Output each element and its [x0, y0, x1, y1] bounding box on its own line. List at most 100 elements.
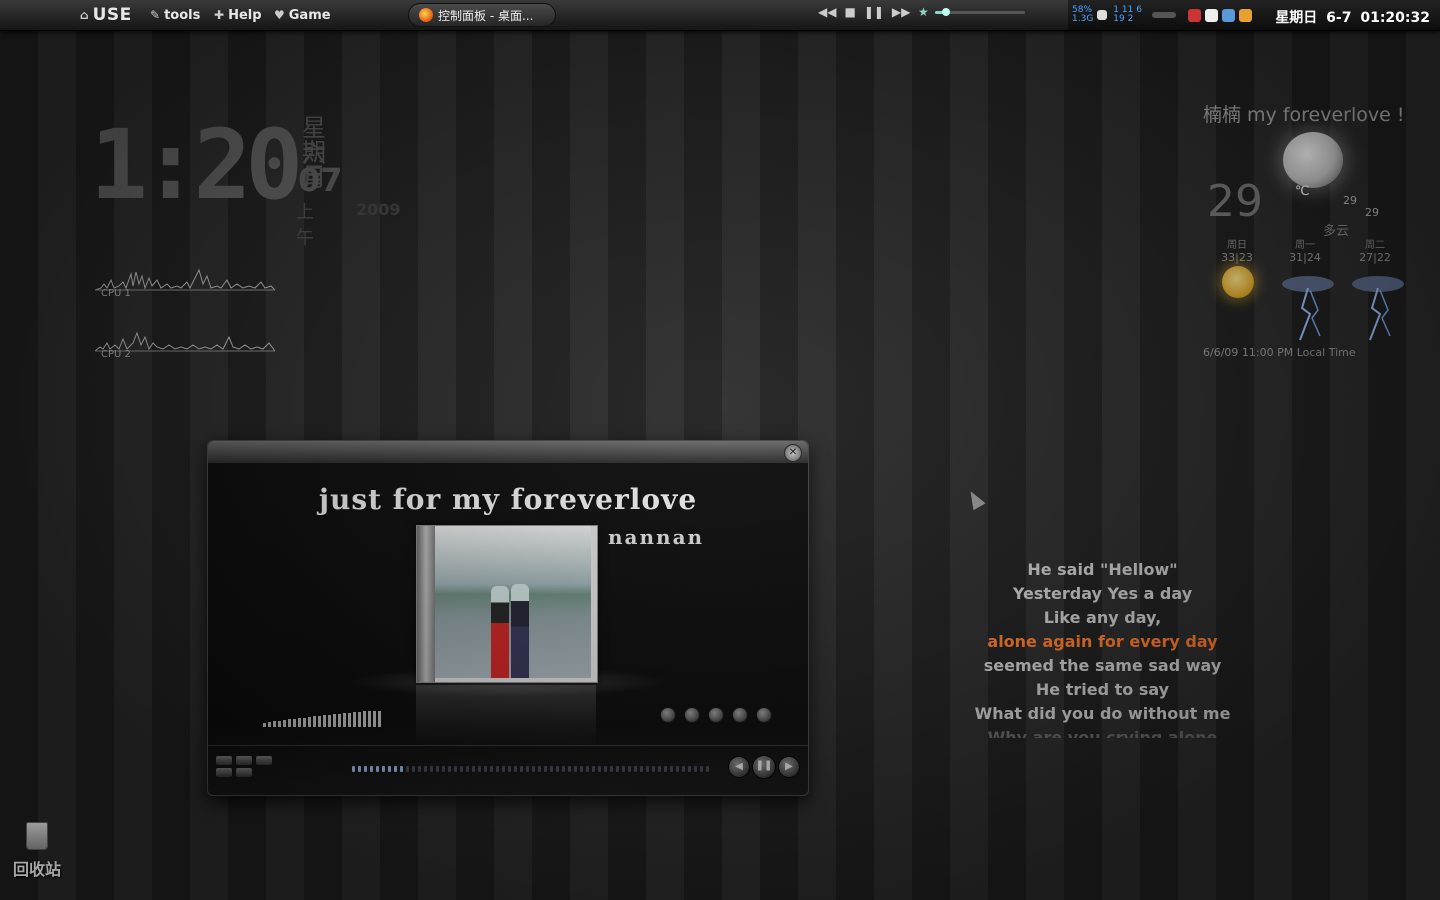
media-transport: ◀◀ ■ ❚❚ ▶▶	[818, 5, 910, 19]
eq-knob[interactable]	[708, 707, 724, 723]
forecast-day-1: 周日 33|23	[1221, 240, 1253, 264]
seek-bar[interactable]	[352, 766, 709, 772]
lyric-line: Yesterday Yes a day	[1012, 584, 1193, 603]
top-bar: ⌂ USE ✎ tools ✚ Help ♥ Game 控制面板 - 桌面...…	[0, 0, 1440, 31]
tray-app-icon-4[interactable]	[1238, 8, 1252, 22]
seek-dot	[706, 766, 709, 772]
photo-person-1	[491, 586, 509, 678]
seek-dot	[514, 766, 517, 772]
seek-dot	[610, 766, 613, 772]
taskbar-button-control-panel[interactable]: 控制面板 - 桌面...	[408, 3, 556, 27]
menu-use[interactable]: ⌂ USE	[80, 0, 132, 30]
seek-dot	[418, 766, 421, 772]
mini-button[interactable]	[236, 768, 252, 777]
lyrics-panel: He said "Hellow" Yesterday Yes a day Like …	[945, 558, 1260, 738]
thunderstorm-icon	[1282, 276, 1334, 341]
seek-dot	[370, 766, 373, 772]
tray-slider-icon[interactable]	[1151, 12, 1176, 18]
mini-button[interactable]	[256, 756, 272, 765]
eq-knob[interactable]	[660, 707, 676, 723]
seek-dot	[616, 766, 619, 772]
forward-icon[interactable]: ▶▶	[892, 5, 910, 19]
volume-knob[interactable]	[941, 7, 950, 16]
seek-dot	[568, 766, 571, 772]
mini-button[interactable]	[236, 756, 252, 765]
eq-knob[interactable]	[732, 707, 748, 723]
star-icon: ★	[918, 5, 929, 19]
mini-button[interactable]	[216, 768, 232, 777]
weather-unit: ℃	[1295, 184, 1310, 199]
player-control-bar: ◀ ❚❚ ▶	[208, 745, 808, 792]
seek-dot	[466, 766, 469, 772]
cover-reflection	[416, 685, 596, 745]
seek-dot	[670, 766, 673, 772]
seek-dot	[358, 766, 361, 772]
play-pause-button[interactable]: ❚❚	[752, 755, 776, 779]
seek-dot	[406, 766, 409, 772]
seek-dot	[424, 766, 427, 772]
equalizer-bars	[263, 711, 381, 727]
player-close-icon[interactable]: ✕	[784, 444, 802, 462]
seek-dot	[460, 766, 463, 772]
network-icon[interactable]	[1097, 10, 1108, 20]
album-cover	[416, 525, 598, 683]
recycle-bin[interactable]: 回收站	[10, 822, 64, 880]
stop-icon[interactable]: ■	[844, 5, 855, 19]
lyric-line: Like any day,	[1043, 608, 1162, 627]
mini-button[interactable]	[216, 756, 232, 765]
pause-icon[interactable]: ❚❚	[864, 5, 884, 19]
menu-help[interactable]: ✚ Help	[214, 0, 262, 30]
seek-dot	[490, 766, 493, 772]
menu-tools[interactable]: ✎ tools	[150, 0, 200, 30]
tray-app-icon-3[interactable]	[1221, 8, 1235, 22]
seek-dot	[664, 766, 667, 772]
forecast-day-3: 周二 27|22	[1359, 240, 1391, 264]
seek-dot	[640, 766, 643, 772]
thunderstorm-icon-2	[1352, 276, 1404, 341]
next-button[interactable]: ▶	[778, 756, 800, 778]
moon-cloud-icon	[1283, 132, 1343, 188]
eq-knob[interactable]	[684, 707, 700, 723]
seek-dot	[442, 766, 445, 772]
previous-button[interactable]: ◀	[728, 756, 750, 778]
seek-dot	[586, 766, 589, 772]
seek-dot	[694, 766, 697, 772]
net-stats: 1 11 6 19 2	[1113, 5, 1142, 24]
media-player-window: ✕ just for my foreverlove nannan ◀ ❚❚ ▶	[207, 440, 809, 796]
rewind-icon[interactable]: ◀◀	[818, 5, 836, 19]
seek-dot	[550, 766, 553, 772]
seek-dot	[382, 766, 385, 772]
mini-buttons	[216, 756, 272, 777]
heart-icon: ♥	[274, 8, 285, 22]
seek-dot	[394, 766, 397, 772]
seek-dot	[592, 766, 595, 772]
lyric-line: Why are you crying alone	[987, 728, 1218, 738]
seek-dot	[376, 766, 379, 772]
lyric-line: seemed the same sad way	[983, 656, 1222, 675]
weather-title: 楠楠 my foreverlove !	[1203, 104, 1405, 126]
seek-dot	[448, 766, 451, 772]
eq-knob[interactable]	[756, 707, 772, 723]
seek-dot	[604, 766, 607, 772]
seek-dot	[646, 766, 649, 772]
volume-slider[interactable]	[934, 7, 1025, 16]
seek-dot	[400, 766, 403, 772]
seek-dot	[496, 766, 499, 772]
tray-app-icon-1[interactable]	[1187, 8, 1201, 22]
seek-dot	[622, 766, 625, 772]
photo-person-2	[511, 584, 529, 678]
system-clock[interactable]: 星期日 6-7 01:20:32	[1275, 7, 1430, 27]
weather-updated-time: 6/6/09 11:00 PM Local Time	[1203, 346, 1356, 359]
clock-day: 07	[298, 161, 343, 199]
cpu-graph-1: CPU 1	[94, 266, 277, 299]
lyric-line: alone again for every day	[987, 632, 1218, 651]
track-artist: nannan	[608, 525, 705, 549]
seek-dot	[508, 766, 511, 772]
volume-control[interactable]: ★	[918, 5, 1025, 19]
seek-dot	[364, 766, 367, 772]
seek-dot	[544, 766, 547, 772]
menu-game[interactable]: ♥ Game	[274, 0, 331, 30]
tray-app-icon-2[interactable]	[1204, 8, 1218, 22]
seek-dot	[700, 766, 703, 772]
player-titlebar[interactable]: ✕	[208, 441, 808, 463]
